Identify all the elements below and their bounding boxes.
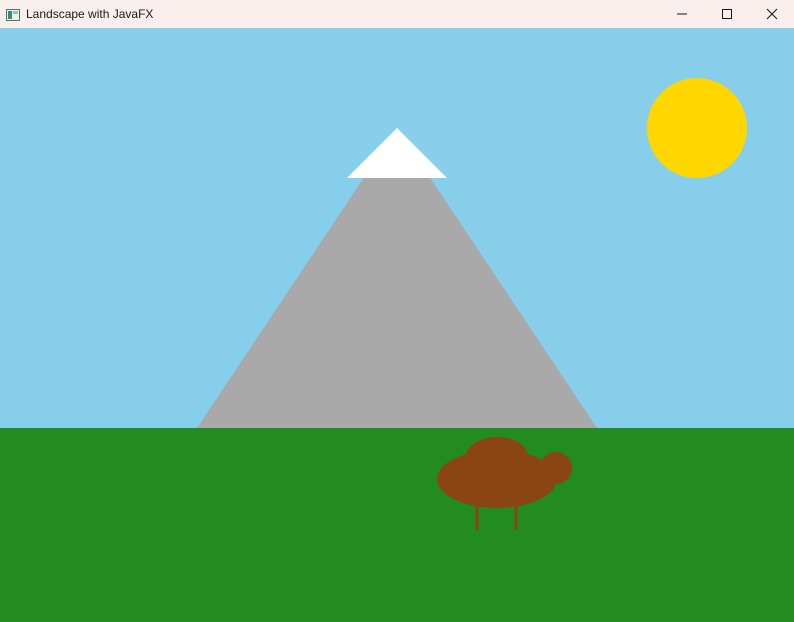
title-bar[interactable]: Landscape with JavaFX	[0, 0, 794, 28]
close-icon	[766, 8, 777, 20]
app-window: Landscape with JavaFX	[0, 0, 794, 622]
window-title: Landscape with JavaFX	[26, 7, 154, 21]
minimize-button[interactable]	[659, 0, 704, 28]
minimize-icon	[676, 13, 687, 15]
grass	[0, 428, 794, 622]
landscape-canvas	[0, 28, 794, 622]
sun	[647, 78, 747, 178]
animal-hump	[466, 437, 528, 477]
close-button[interactable]	[749, 0, 794, 28]
java-app-icon	[6, 8, 20, 21]
maximize-button[interactable]	[704, 0, 749, 28]
animal-head	[540, 452, 572, 484]
maximize-icon	[721, 9, 732, 19]
window-controls	[659, 0, 794, 28]
